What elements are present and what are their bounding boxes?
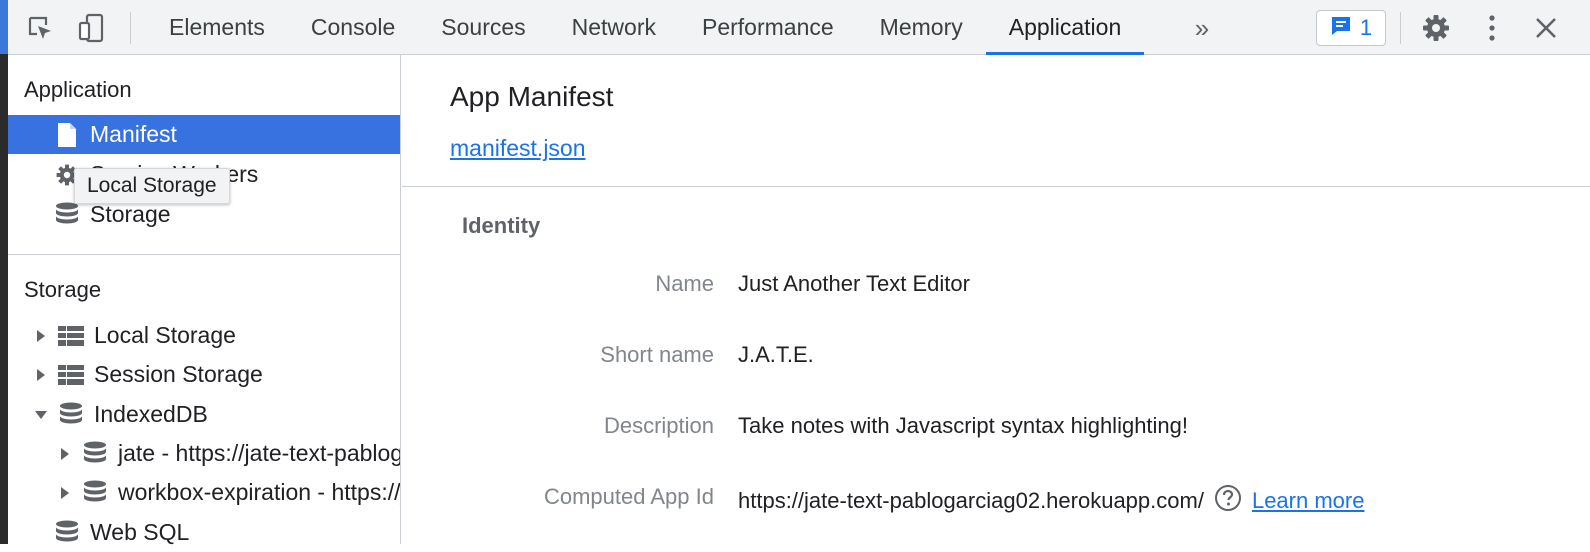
sidebar-item-label: Session Storage bbox=[94, 361, 263, 387]
panel-tabs: Elements Console Sources Network Perform… bbox=[146, 0, 1144, 55]
field-value: Take notes with Javascript syntax highli… bbox=[738, 413, 1188, 439]
issues-count: 1 bbox=[1359, 15, 1373, 40]
sidebar-section-storage: Storage bbox=[24, 277, 102, 302]
tab-application[interactable]: Application bbox=[985, 0, 1145, 55]
field-value: https://jate-text-pablogarciag02.herokua… bbox=[738, 484, 1364, 518]
learn-more-link[interactable]: Learn more bbox=[1252, 488, 1365, 514]
sidebar-item-label: IndexedDB bbox=[94, 401, 208, 427]
window-edge-accent bbox=[0, 0, 8, 54]
sidebar-item-web-sql[interactable]: Web SQL bbox=[8, 513, 400, 552]
tab-elements[interactable]: Elements bbox=[146, 0, 288, 55]
sidebar-divider bbox=[8, 254, 400, 255]
sidebar-item-label: Manifest bbox=[90, 121, 177, 147]
sidebar-item-label: Web SQL bbox=[90, 519, 190, 545]
tab-performance[interactable]: Performance bbox=[679, 0, 857, 55]
expand-triangle-icon[interactable] bbox=[56, 447, 74, 461]
question-circle-icon[interactable] bbox=[1214, 484, 1242, 518]
sidebar-item-indexeddb[interactable]: IndexedDB bbox=[8, 395, 400, 434]
expand-triangle-icon[interactable] bbox=[56, 486, 74, 500]
sidebar-item-indexeddb-jate[interactable]: jate - https://jate-text-pablogarciag02.… bbox=[8, 434, 400, 473]
field-label: Computed App Id bbox=[543, 484, 714, 509]
toolbar-divider bbox=[130, 12, 131, 44]
field-row-description: Description Take notes with Javascript s… bbox=[402, 413, 1502, 443]
kebab-menu-icon[interactable] bbox=[1476, 12, 1508, 44]
application-sidebar: Application Manifest Storage Storage Loc… bbox=[8, 55, 401, 545]
devtools-window: Elements Console Sources Network Perform… bbox=[8, 0, 1590, 545]
sidebar-section-application: Application bbox=[24, 77, 132, 102]
field-value: Just Another Text Editor bbox=[738, 271, 970, 297]
table-icon bbox=[58, 362, 84, 388]
sidebar-item-manifest[interactable]: Manifest bbox=[8, 115, 400, 154]
database-icon bbox=[82, 480, 108, 506]
expand-triangle-icon[interactable] bbox=[32, 329, 50, 343]
tab-console[interactable]: Console bbox=[288, 0, 418, 55]
field-value-text: Just Another Text Editor bbox=[738, 271, 970, 296]
database-icon bbox=[54, 202, 80, 228]
sidebar-item-label: Local Storage bbox=[94, 322, 236, 348]
section-divider bbox=[402, 186, 1590, 187]
tab-memory[interactable]: Memory bbox=[857, 0, 986, 55]
table-icon bbox=[58, 323, 84, 349]
sidebar-item-indexeddb-workbox[interactable]: workbox-expiration - https://jate-text-p… bbox=[8, 473, 400, 512]
device-toolbar-icon[interactable] bbox=[76, 12, 108, 44]
database-icon bbox=[54, 520, 80, 546]
field-value-text: https://jate-text-pablogarciag02.herokua… bbox=[738, 488, 1204, 513]
inspect-element-icon[interactable] bbox=[24, 12, 56, 44]
sidebar-item-session-storage[interactable]: Session Storage bbox=[8, 355, 400, 394]
database-icon bbox=[58, 402, 84, 428]
field-value: J.A.T.E. bbox=[738, 342, 814, 368]
sidebar-item-label: Storage bbox=[90, 201, 171, 227]
manifest-panel: App Manifest manifest.json Identity Name… bbox=[402, 55, 1590, 544]
tab-sources[interactable]: Sources bbox=[418, 0, 548, 55]
field-label: Short name bbox=[600, 342, 714, 367]
file-icon bbox=[54, 122, 80, 148]
field-value-text: J.A.T.E. bbox=[738, 342, 814, 367]
field-label: Description bbox=[603, 413, 714, 438]
sidebar-item-local-storage[interactable]: Local Storage bbox=[8, 316, 400, 355]
tab-network[interactable]: Network bbox=[549, 0, 679, 55]
field-label: Name bbox=[655, 271, 714, 296]
expand-triangle-icon[interactable] bbox=[32, 368, 50, 382]
toolbar-divider bbox=[1400, 12, 1401, 44]
tooltip: Local Storage bbox=[74, 168, 230, 204]
manifest-link[interactable]: manifest.json bbox=[450, 135, 586, 162]
issues-counter-button[interactable]: 1 bbox=[1316, 10, 1386, 46]
sidebar-item-label: jate - https://jate-text-pablogarciag02.… bbox=[118, 440, 400, 466]
more-tabs-icon[interactable]: » bbox=[1186, 12, 1218, 44]
field-row-name: Name Just Another Text Editor bbox=[402, 271, 1502, 301]
sidebar-item-label: workbox-expiration - https://jate-text-p… bbox=[118, 479, 400, 505]
message-icon bbox=[1330, 15, 1352, 42]
field-row-short-name: Short name J.A.T.E. bbox=[402, 342, 1502, 372]
window-edge bbox=[0, 0, 8, 544]
collapse-triangle-icon[interactable] bbox=[32, 410, 50, 420]
identity-section-title: Identity bbox=[462, 213, 541, 238]
field-row-computed-app-id: Computed App Id https://jate-text-pablog… bbox=[402, 484, 1502, 514]
gear-icon[interactable] bbox=[1420, 12, 1452, 44]
page-title: App Manifest bbox=[450, 81, 614, 112]
devtools-toolbar: Elements Console Sources Network Perform… bbox=[8, 0, 1590, 55]
database-icon bbox=[82, 441, 108, 467]
close-icon[interactable] bbox=[1530, 12, 1562, 44]
field-value-text: Take notes with Javascript syntax highli… bbox=[738, 413, 1189, 438]
